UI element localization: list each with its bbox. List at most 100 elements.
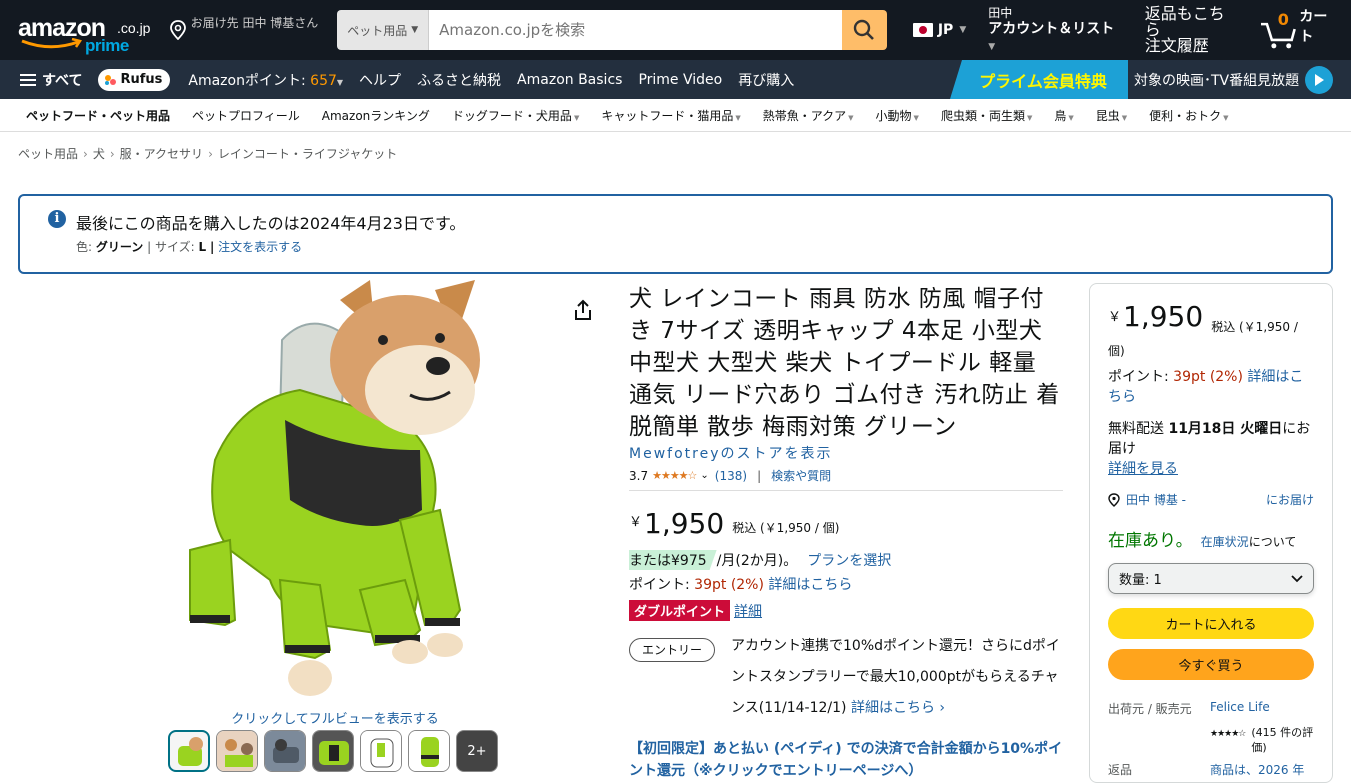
reviews-link[interactable]: (138) <box>715 469 747 483</box>
account-name: 田中 <box>988 6 1013 20</box>
buy-box: ￥ 1,950 税込 (￥1,950 / 個) ポイント: 39pt (2%) … <box>1089 283 1333 783</box>
delivery-info: 無料配送 11月18日 火曜日にお届け 詳細を見る <box>1108 419 1314 479</box>
buybox-price-value: 1,950 <box>1123 300 1204 333</box>
thumbnail[interactable] <box>264 730 306 772</box>
returns-link[interactable]: 商品は、2026 年 <box>1210 761 1304 778</box>
points-value: 39pt (2%) <box>694 577 764 593</box>
address-name[interactable]: 田中 博基 - <box>1126 491 1186 508</box>
points-value: 39pt (2%) <box>1173 369 1243 385</box>
entry-detail-link[interactable]: 詳細はこちら › <box>851 700 945 716</box>
currency-symbol: ￥ <box>1108 310 1122 325</box>
search-button[interactable] <box>841 10 887 50</box>
smile-icon <box>21 38 82 49</box>
seller-link[interactable]: Felice Life <box>1210 700 1270 717</box>
prime-banner[interactable]: プライム会員特典 対象の映画･TV番組見放題 <box>950 60 1351 99</box>
search-bar: ペット用品 ▼ <box>337 10 887 50</box>
nav-item-furusato[interactable]: ふるさと納税 <box>417 70 501 90</box>
product-title: 犬 レインコート 雨具 防水 防風 帽子付き 7サイズ 透明キャップ 4本足 小… <box>629 286 1060 440</box>
buy-now-button[interactable]: 今すぐ買う <box>1108 649 1314 680</box>
quantity-label: 数量: 1 <box>1119 573 1162 588</box>
all-menu-button[interactable]: すべて <box>20 70 82 90</box>
view-order-link[interactable]: 注文を表示する <box>218 240 302 254</box>
breadcrumb-separator: › <box>208 147 213 161</box>
points-value: 657 <box>310 72 337 89</box>
subnav-item-small-animal[interactable]: 小動物 ▼ <box>876 107 919 124</box>
share-icon[interactable] <box>572 298 594 326</box>
subnav-item-pet-profile[interactable]: ペットプロフィール <box>192 107 300 124</box>
thumbnail-strip: 2+ <box>168 730 504 772</box>
subnav-label: 熱帯魚・アクア <box>762 108 847 123</box>
points-label: ポイント: <box>1108 369 1169 385</box>
account-menu[interactable]: 田中 アカウント＆リスト ▼ <box>988 5 1124 55</box>
add-to-cart-button[interactable]: カートに入れる <box>1108 608 1314 639</box>
subnav-item-dog[interactable]: ドッグフード・犬用品 ▼ <box>452 107 579 124</box>
nav-item-basics[interactable]: Amazon Basics <box>517 72 622 88</box>
paidy-promo-link[interactable]: 【初回限定】あと払い (ペイディ) での決済で合計金額から10%ポイント還元（※… <box>629 738 1063 782</box>
language-selector[interactable]: JP ▼ <box>912 22 966 38</box>
breadcrumb-item[interactable]: レインコート・ライフジャケット <box>218 147 397 161</box>
seller-review-count[interactable]: (415 件の評価) <box>1251 725 1314 755</box>
purchase-notice-message: 最後にこの商品を購入したのは2024年4月23日です。 <box>76 214 466 233</box>
product-main-image[interactable] <box>170 280 500 705</box>
search-category-select[interactable]: ペット用品 ▼ <box>337 10 430 50</box>
subnav-item-insect[interactable]: 昆虫 ▼ <box>1096 107 1127 124</box>
subnav-item-ranking[interactable]: Amazonランキング <box>322 107 430 124</box>
chevron-down-icon: ▼ <box>573 113 580 122</box>
thumbnail[interactable] <box>216 730 258 772</box>
seller-row: 出荷元 / 販売元 Felice Life <box>1108 700 1314 717</box>
size-value: L <box>198 240 207 254</box>
chevron-down-icon: ▼ <box>336 77 344 87</box>
breadcrumb: ペット用品 › 犬 › 服・アクセサリ › レインコート・ライフジャケット <box>0 132 1351 192</box>
select-plan-link[interactable]: プランを選択 <box>807 550 891 570</box>
product-info: 犬 レインコート 雨具 防水 防風 帽子付き 7サイズ 透明キャップ 4本足 小… <box>629 283 1063 782</box>
orders-link[interactable]: 返品もこちら 注文履歴 <box>1145 6 1240 54</box>
breadcrumb-item[interactable]: ペット用品 <box>18 147 78 161</box>
thumbnail[interactable] <box>360 730 402 772</box>
search-qa-link[interactable]: 検索や質問 <box>771 467 831 484</box>
subnav-item-reptile[interactable]: 爬虫類・両生類 ▼ <box>941 107 1032 124</box>
free-shipping-label: 無料配送 <box>1108 421 1164 437</box>
amazon-prime-logo[interactable]: amazon .co.jp prime <box>18 5 157 55</box>
deliver-to[interactable]: お届け先 田中 博基さん <box>169 5 323 55</box>
returns-row: 返品 商品は、2026 年 <box>1108 761 1314 778</box>
nav-item-help[interactable]: ヘルプ <box>359 70 401 90</box>
rufus-icon <box>105 74 117 85</box>
thumbnail[interactable] <box>408 730 450 772</box>
more-thumbnails-button[interactable]: 2+ <box>456 730 498 772</box>
divider: | <box>757 468 762 483</box>
tax-note: 税込 (￥1,950 / 個) <box>732 521 840 535</box>
rufus-button[interactable]: Rufus <box>98 68 171 91</box>
subnav-label: 昆虫 <box>1095 108 1120 123</box>
subnav-item-pet-food[interactable]: ペットフード・ペット用品 <box>26 107 170 124</box>
subnav-item-bird[interactable]: 鳥 ▼ <box>1054 107 1073 124</box>
points-detail-link[interactable]: 詳細はこちら <box>768 577 852 593</box>
stock-info-link[interactable]: 在庫状況 <box>1201 535 1249 549</box>
chevron-down-icon: ▼ <box>1026 113 1033 122</box>
chevron-down-icon: ▼ <box>1223 113 1229 122</box>
size-label: サイズ: <box>154 240 195 254</box>
fullview-link[interactable]: クリックしてフルビューを表示する <box>0 708 670 727</box>
entry-button[interactable]: エントリー <box>629 638 716 662</box>
delivery-detail-link[interactable]: 詳細を見る <box>1108 459 1314 479</box>
quantity-select[interactable]: 数量: 1 <box>1108 563 1314 594</box>
nav-item-prime-video[interactable]: Prime Video <box>638 72 722 88</box>
breadcrumb-item[interactable]: 服・アクセサリ <box>120 147 203 161</box>
cart-button[interactable]: 0 カート <box>1260 9 1341 50</box>
star-rating-icon[interactable]: ★★★★☆ <box>652 469 697 482</box>
search-input[interactable] <box>429 10 842 50</box>
thumbnail[interactable] <box>312 730 354 772</box>
store-link[interactable]: Mewfotreyのストアを表示 <box>629 446 832 462</box>
nav-item-points[interactable]: Amazonポイント: 657▼ <box>188 70 343 90</box>
delivery-address[interactable]: 田中 博基 - にお届け <box>1108 491 1314 508</box>
subnav-item-deals[interactable]: 便利・おトク ▼ <box>1149 107 1228 124</box>
chevron-down-icon[interactable]: ⌄ <box>700 470 708 481</box>
logo-prime: prime <box>85 36 129 55</box>
returns-label: 返品もこちら <box>1144 4 1225 39</box>
thumbnail[interactable] <box>168 730 210 772</box>
breadcrumb-item[interactable]: 犬 <box>93 147 105 161</box>
subnav-label: ドッグフード・犬用品 <box>451 108 572 123</box>
subnav-item-aqua[interactable]: 熱帯魚・アクア ▼ <box>763 107 854 124</box>
nav-item-buy-again[interactable]: 再び購入 <box>738 70 794 90</box>
subnav-item-cat[interactable]: キャットフード・猫用品 ▼ <box>601 107 740 124</box>
double-point-detail-link[interactable]: 詳細 <box>734 601 762 621</box>
